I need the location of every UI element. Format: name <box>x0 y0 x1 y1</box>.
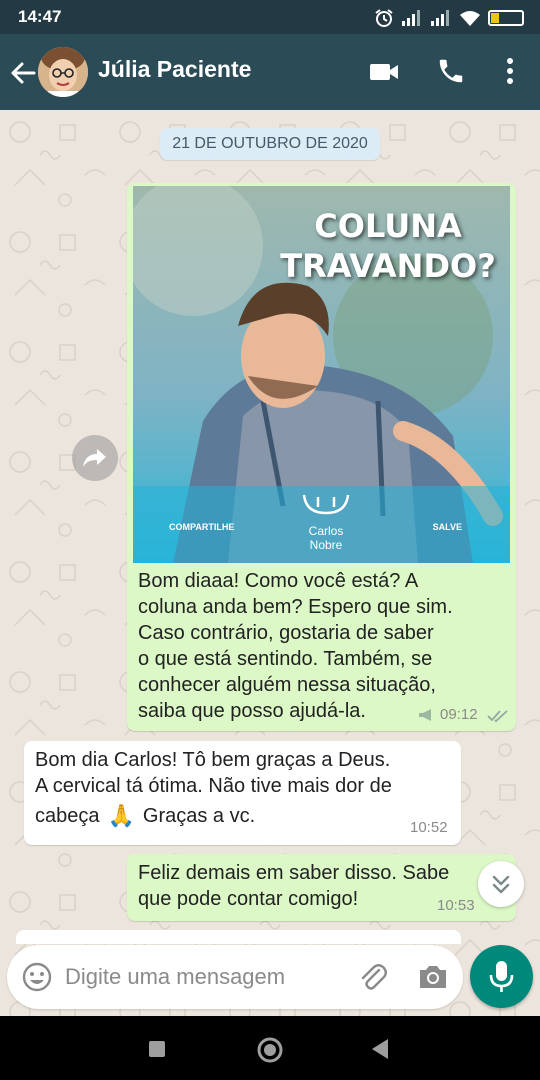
incoming-message[interactable]: Bom dia Carlos! Tô bem graças a Deus. A … <box>24 741 461 845</box>
system-nav-bar <box>0 1016 540 1080</box>
image-share-label: COMPARTILHE <box>169 522 235 532</box>
nav-home-icon[interactable] <box>256 1036 284 1064</box>
status-bar: 14:47 24 <box>0 0 540 34</box>
date-chip: 21 DE OUTUBRO DE 2020 <box>160 128 380 160</box>
image-logo: Carlos Nobre <box>293 491 359 552</box>
incoming-message-line: A cervical tá ótima. Não tive mais dor d… <box>35 775 392 797</box>
back-arrow-icon[interactable] <box>8 58 38 88</box>
image-caption: Bom diaaa! Como você está? A coluna anda… <box>138 570 453 722</box>
forward-icon <box>83 449 106 467</box>
status-time: 14:47 <box>18 7 62 26</box>
status-icons: 24 <box>374 8 524 28</box>
battery-level: 24 <box>499 11 513 23</box>
double-check-icon <box>487 710 508 723</box>
signal-icon <box>431 10 449 26</box>
chat-area[interactable]: 21 DE OUTUBRO DE 2020 COLUNA TRAVANDO? C… <box>0 110 540 1016</box>
alarm-icon <box>375 9 393 27</box>
incoming-message-line: Bom dia Carlos! Tô bem graças a Deus. <box>35 749 391 771</box>
message-time: 10:53 <box>437 897 475 914</box>
forward-button[interactable] <box>72 435 118 481</box>
image-title: COLUNA TRAVANDO? <box>280 207 496 285</box>
mic-button[interactable] <box>470 945 533 1008</box>
attach-icon[interactable] <box>357 961 389 993</box>
emoji-icon[interactable] <box>21 961 53 993</box>
signal-icon <box>402 10 420 26</box>
contact-name[interactable]: Júlia Paciente <box>98 56 251 83</box>
battery-icon: 24 <box>488 10 524 26</box>
video-call-icon[interactable] <box>368 58 400 86</box>
pray-emoji: 🙏 <box>107 803 135 828</box>
wifi-icon <box>460 11 480 26</box>
incoming-text-part: Graças a vc. <box>142 805 256 827</box>
message-time: 09:12 <box>440 706 478 723</box>
image-save-label: SALVE <box>432 522 462 532</box>
incoming-message-line: cabeça 🙏 Graças a vc. <box>35 803 255 829</box>
image-logo-text: Carlos Nobre <box>308 524 344 552</box>
outgoing-message[interactable]: Feliz demais em saber disso. Sabe que po… <box>127 854 516 921</box>
message-time: 10:52 <box>410 819 448 836</box>
more-vert-icon[interactable] <box>500 56 520 86</box>
image-attachment[interactable]: COLUNA TRAVANDO? Carlos Nobre COMPARTILH… <box>133 186 510 563</box>
avatar[interactable] <box>38 47 88 97</box>
mic-icon <box>489 961 514 992</box>
phone-icon[interactable] <box>436 56 466 86</box>
nav-back-icon[interactable] <box>370 1038 390 1060</box>
scroll-down-button[interactable] <box>478 861 524 907</box>
image-message[interactable]: COLUNA TRAVANDO? Carlos Nobre COMPARTILH… <box>127 183 516 731</box>
nav-recents-icon[interactable] <box>148 1040 166 1058</box>
camera-icon[interactable] <box>417 962 449 992</box>
chat-header: Júlia Paciente <box>0 34 540 110</box>
incoming-text-part: cabeça <box>35 805 100 827</box>
message-input[interactable] <box>65 962 335 992</box>
megaphone-icon <box>419 709 431 721</box>
chevron-down-icon <box>492 875 510 894</box>
logo-icon <box>302 494 350 515</box>
message-composer <box>7 945 463 1009</box>
next-message-peek <box>16 930 461 944</box>
